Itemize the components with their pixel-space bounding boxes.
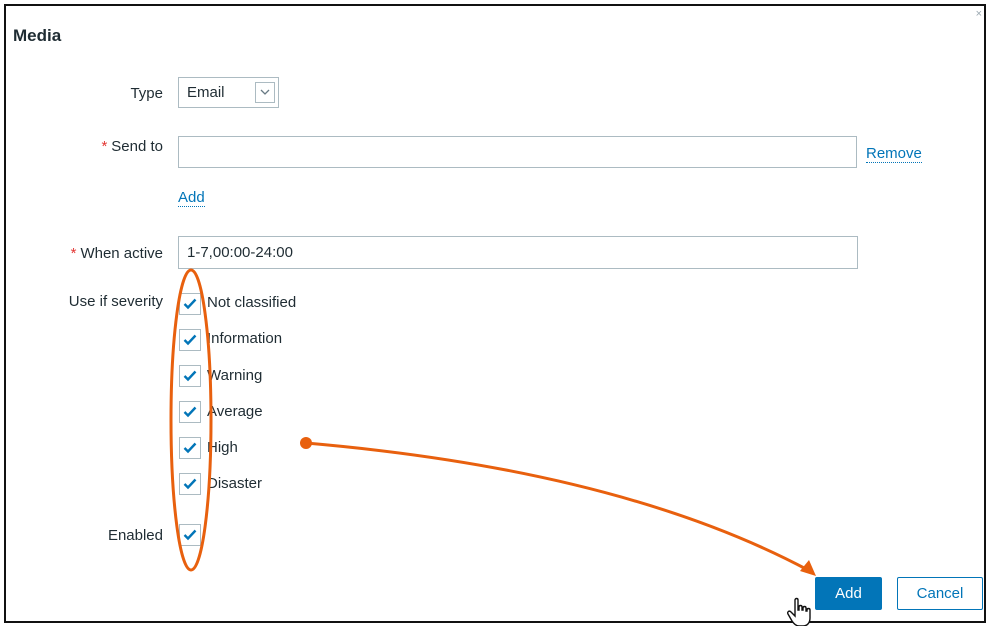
severity-label-disaster: Disaster — [207, 475, 263, 492]
send-to-label: * Send to — [3, 138, 163, 155]
severity-label-warning: Warning — [207, 367, 263, 384]
dialog-title: Media — [13, 26, 62, 45]
severity-checkbox-warning[interactable] — [179, 365, 201, 387]
when-active-label: * When active — [3, 245, 163, 262]
severity-checkbox-average[interactable] — [179, 401, 201, 423]
severity-checkbox-information[interactable] — [179, 329, 201, 351]
add-button[interactable]: Add — [815, 577, 882, 610]
severity-checkbox-not-classified[interactable] — [179, 293, 201, 315]
severity-checkbox-disaster[interactable] — [179, 473, 201, 495]
checkmark-icon — [183, 529, 197, 541]
checkmark-icon — [183, 334, 197, 346]
required-mark: * — [70, 245, 77, 262]
severity-checkbox-high[interactable] — [179, 437, 201, 459]
checkmark-icon — [183, 370, 197, 382]
severity-label-high: High — [207, 439, 238, 456]
required-mark: * — [101, 138, 108, 155]
type-label: Type — [130, 85, 163, 102]
chevron-down-icon[interactable] — [255, 82, 275, 103]
close-icon[interactable]: × — [976, 8, 982, 20]
when-active-input[interactable] — [178, 236, 858, 269]
checkmark-icon — [183, 298, 197, 310]
remove-link[interactable]: Remove — [866, 145, 922, 163]
checkmark-icon — [183, 478, 197, 490]
checkmark-icon — [183, 406, 197, 418]
severity-label-not-classified: Not classified — [207, 294, 297, 311]
severity-label: Use if severity — [68, 293, 163, 310]
severity-label-information: Information — [207, 330, 283, 347]
cancel-button[interactable]: Cancel — [897, 577, 983, 610]
when-active-label-text: When active — [80, 245, 163, 262]
add-send-to-link[interactable]: Add — [178, 189, 205, 207]
type-select-value: Email — [187, 84, 225, 101]
checkmark-icon — [183, 442, 197, 454]
enabled-checkbox[interactable] — [179, 524, 201, 546]
type-select[interactable]: Email — [178, 77, 279, 108]
severity-label-average: Average — [207, 403, 263, 420]
send-to-input[interactable] — [178, 136, 857, 168]
send-to-label-text: Send to — [111, 138, 163, 155]
enabled-label: Enabled — [107, 527, 163, 544]
